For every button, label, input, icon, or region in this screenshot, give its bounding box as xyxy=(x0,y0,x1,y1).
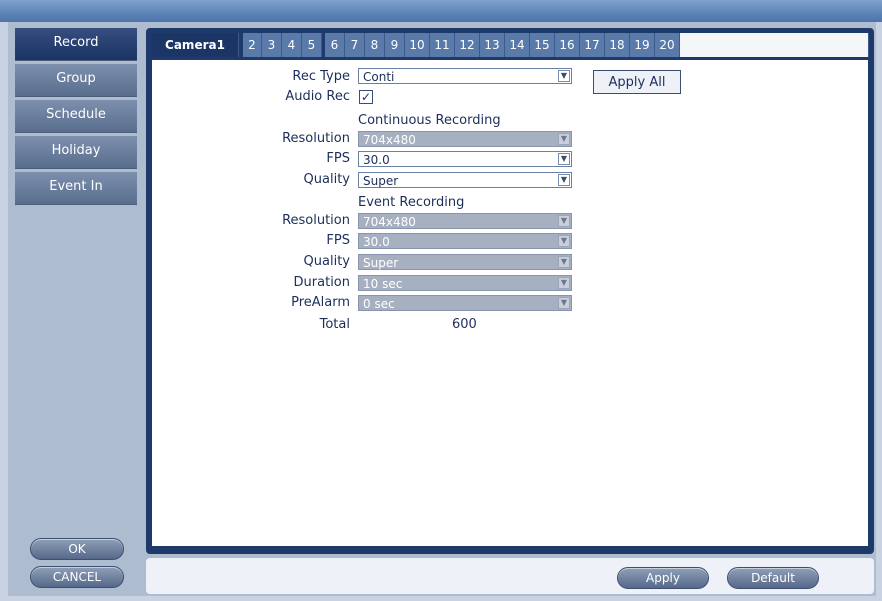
tab-camera-10[interactable]: 10 xyxy=(405,33,430,57)
continuous-quality-select[interactable]: Super ▼ xyxy=(358,172,572,188)
continuous-quality-label: Quality xyxy=(303,172,350,187)
cancel-button[interactable]: CANCEL xyxy=(30,566,124,588)
event-resolution-value: 704x480 xyxy=(363,215,416,229)
tab-camera-5[interactable]: 5 xyxy=(302,33,322,57)
tab-camera-6[interactable]: 6 xyxy=(325,33,345,57)
rec-type-value: Conti xyxy=(363,70,395,84)
chevron-down-icon: ▼ xyxy=(558,277,570,289)
sidebar-item-group[interactable]: Group xyxy=(15,64,137,97)
continuous-fps-label: FPS xyxy=(326,151,350,166)
sidebar-item-record[interactable]: Record xyxy=(15,28,137,61)
tab-camera-18[interactable]: 18 xyxy=(605,33,630,57)
chevron-down-icon: ▼ xyxy=(558,70,570,82)
apply-button[interactable]: Apply xyxy=(617,567,709,589)
event-quality-select: Super ▼ xyxy=(358,254,572,270)
event-fps-value: 30.0 xyxy=(363,235,390,249)
event-duration-select: 10 sec ▼ xyxy=(358,275,572,291)
continuous-fps-select[interactable]: 30.0 ▼ xyxy=(358,151,572,167)
continuous-fps-value: 30.0 xyxy=(363,153,390,167)
chevron-down-icon: ▼ xyxy=(558,174,570,186)
tab-camera-3[interactable]: 3 xyxy=(262,33,282,57)
sidebar-menu: Record Group Schedule Holiday Event In xyxy=(15,28,137,208)
event-quality-label: Quality xyxy=(303,254,350,269)
apply-all-button[interactable]: Apply All xyxy=(593,70,681,94)
tab-camera-13[interactable]: 13 xyxy=(480,33,505,57)
event-prealarm-value: 0 sec xyxy=(363,297,395,311)
tab-camera-17[interactable]: 17 xyxy=(580,33,605,57)
chevron-down-icon: ▼ xyxy=(558,215,570,227)
continuous-quality-value: Super xyxy=(363,174,399,188)
tab-camera-4[interactable]: 4 xyxy=(282,33,302,57)
sidebar-item-schedule[interactable]: Schedule xyxy=(15,100,137,133)
default-button[interactable]: Default xyxy=(727,567,819,589)
event-duration-label: Duration xyxy=(293,275,350,290)
continuous-resolution-select: 704x480 ▼ xyxy=(358,131,572,147)
total-value: 600 xyxy=(452,317,477,332)
tab-camera-12[interactable]: 12 xyxy=(455,33,480,57)
tab-camera-20[interactable]: 20 xyxy=(655,33,680,57)
chevron-down-icon: ▼ xyxy=(558,256,570,268)
tab-camera-11[interactable]: 11 xyxy=(430,33,455,57)
event-resolution-label: Resolution xyxy=(282,213,350,228)
tab-camera-2[interactable]: 2 xyxy=(243,33,262,57)
ok-button[interactable]: OK xyxy=(30,538,124,560)
title-bar xyxy=(0,0,882,22)
continuous-resolution-label: Resolution xyxy=(282,131,350,146)
tab-camera-19[interactable]: 19 xyxy=(630,33,655,57)
chevron-down-icon: ▼ xyxy=(558,153,570,165)
tab-camera-8[interactable]: 8 xyxy=(365,33,385,57)
rec-type-select[interactable]: Conti ▼ xyxy=(358,68,572,84)
tab-strip-filler xyxy=(680,33,869,57)
event-prealarm-select: 0 sec ▼ xyxy=(358,295,572,311)
event-recording-title: Event Recording xyxy=(358,195,465,210)
tab-camera-15[interactable]: 15 xyxy=(530,33,555,57)
event-duration-value: 10 sec xyxy=(363,277,403,291)
rec-type-label: Rec Type xyxy=(292,69,350,84)
continuous-recording-title: Continuous Recording xyxy=(358,113,501,128)
tab-camera-7[interactable]: 7 xyxy=(345,33,365,57)
tab-camera-14[interactable]: 14 xyxy=(505,33,530,57)
chevron-down-icon: ▼ xyxy=(558,235,570,247)
tab-camera-9[interactable]: 9 xyxy=(385,33,405,57)
event-quality-value: Super xyxy=(363,256,399,270)
sidebar-item-event-in[interactable]: Event In xyxy=(15,172,137,205)
event-prealarm-label: PreAlarm xyxy=(291,295,350,310)
sidebar-item-holiday[interactable]: Holiday xyxy=(15,136,137,169)
event-fps-select: 30.0 ▼ xyxy=(358,233,572,249)
audio-rec-checkbox[interactable]: ✓ xyxy=(359,90,373,104)
tab-camera-16[interactable]: 16 xyxy=(555,33,580,57)
chevron-down-icon: ▼ xyxy=(558,297,570,309)
audio-rec-label: Audio Rec xyxy=(285,89,350,104)
chevron-down-icon: ▼ xyxy=(558,133,570,145)
continuous-resolution-value: 704x480 xyxy=(363,133,416,147)
tab-camera-1[interactable]: Camera1 xyxy=(152,33,239,57)
event-resolution-select: 704x480 ▼ xyxy=(358,213,572,229)
total-label: Total xyxy=(319,317,350,332)
event-fps-label: FPS xyxy=(326,233,350,248)
